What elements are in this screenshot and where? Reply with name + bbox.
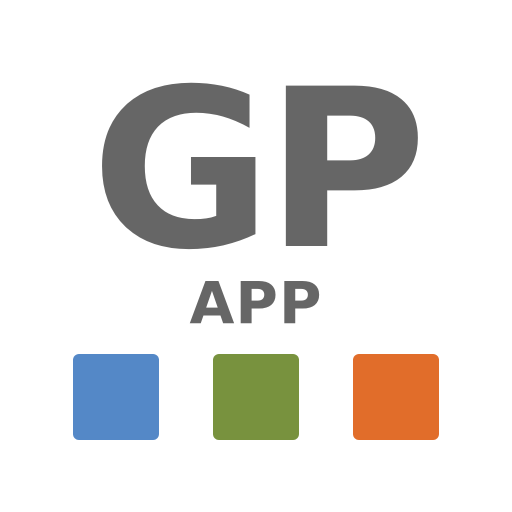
blue-square bbox=[73, 354, 159, 440]
color-squares bbox=[0, 354, 512, 440]
logo-title: GP bbox=[91, 42, 427, 298]
orange-square bbox=[353, 354, 439, 440]
gp-app-logo: GP APP bbox=[0, 0, 512, 512]
green-square bbox=[213, 354, 299, 440]
logo-subtitle: APP bbox=[189, 269, 323, 337]
